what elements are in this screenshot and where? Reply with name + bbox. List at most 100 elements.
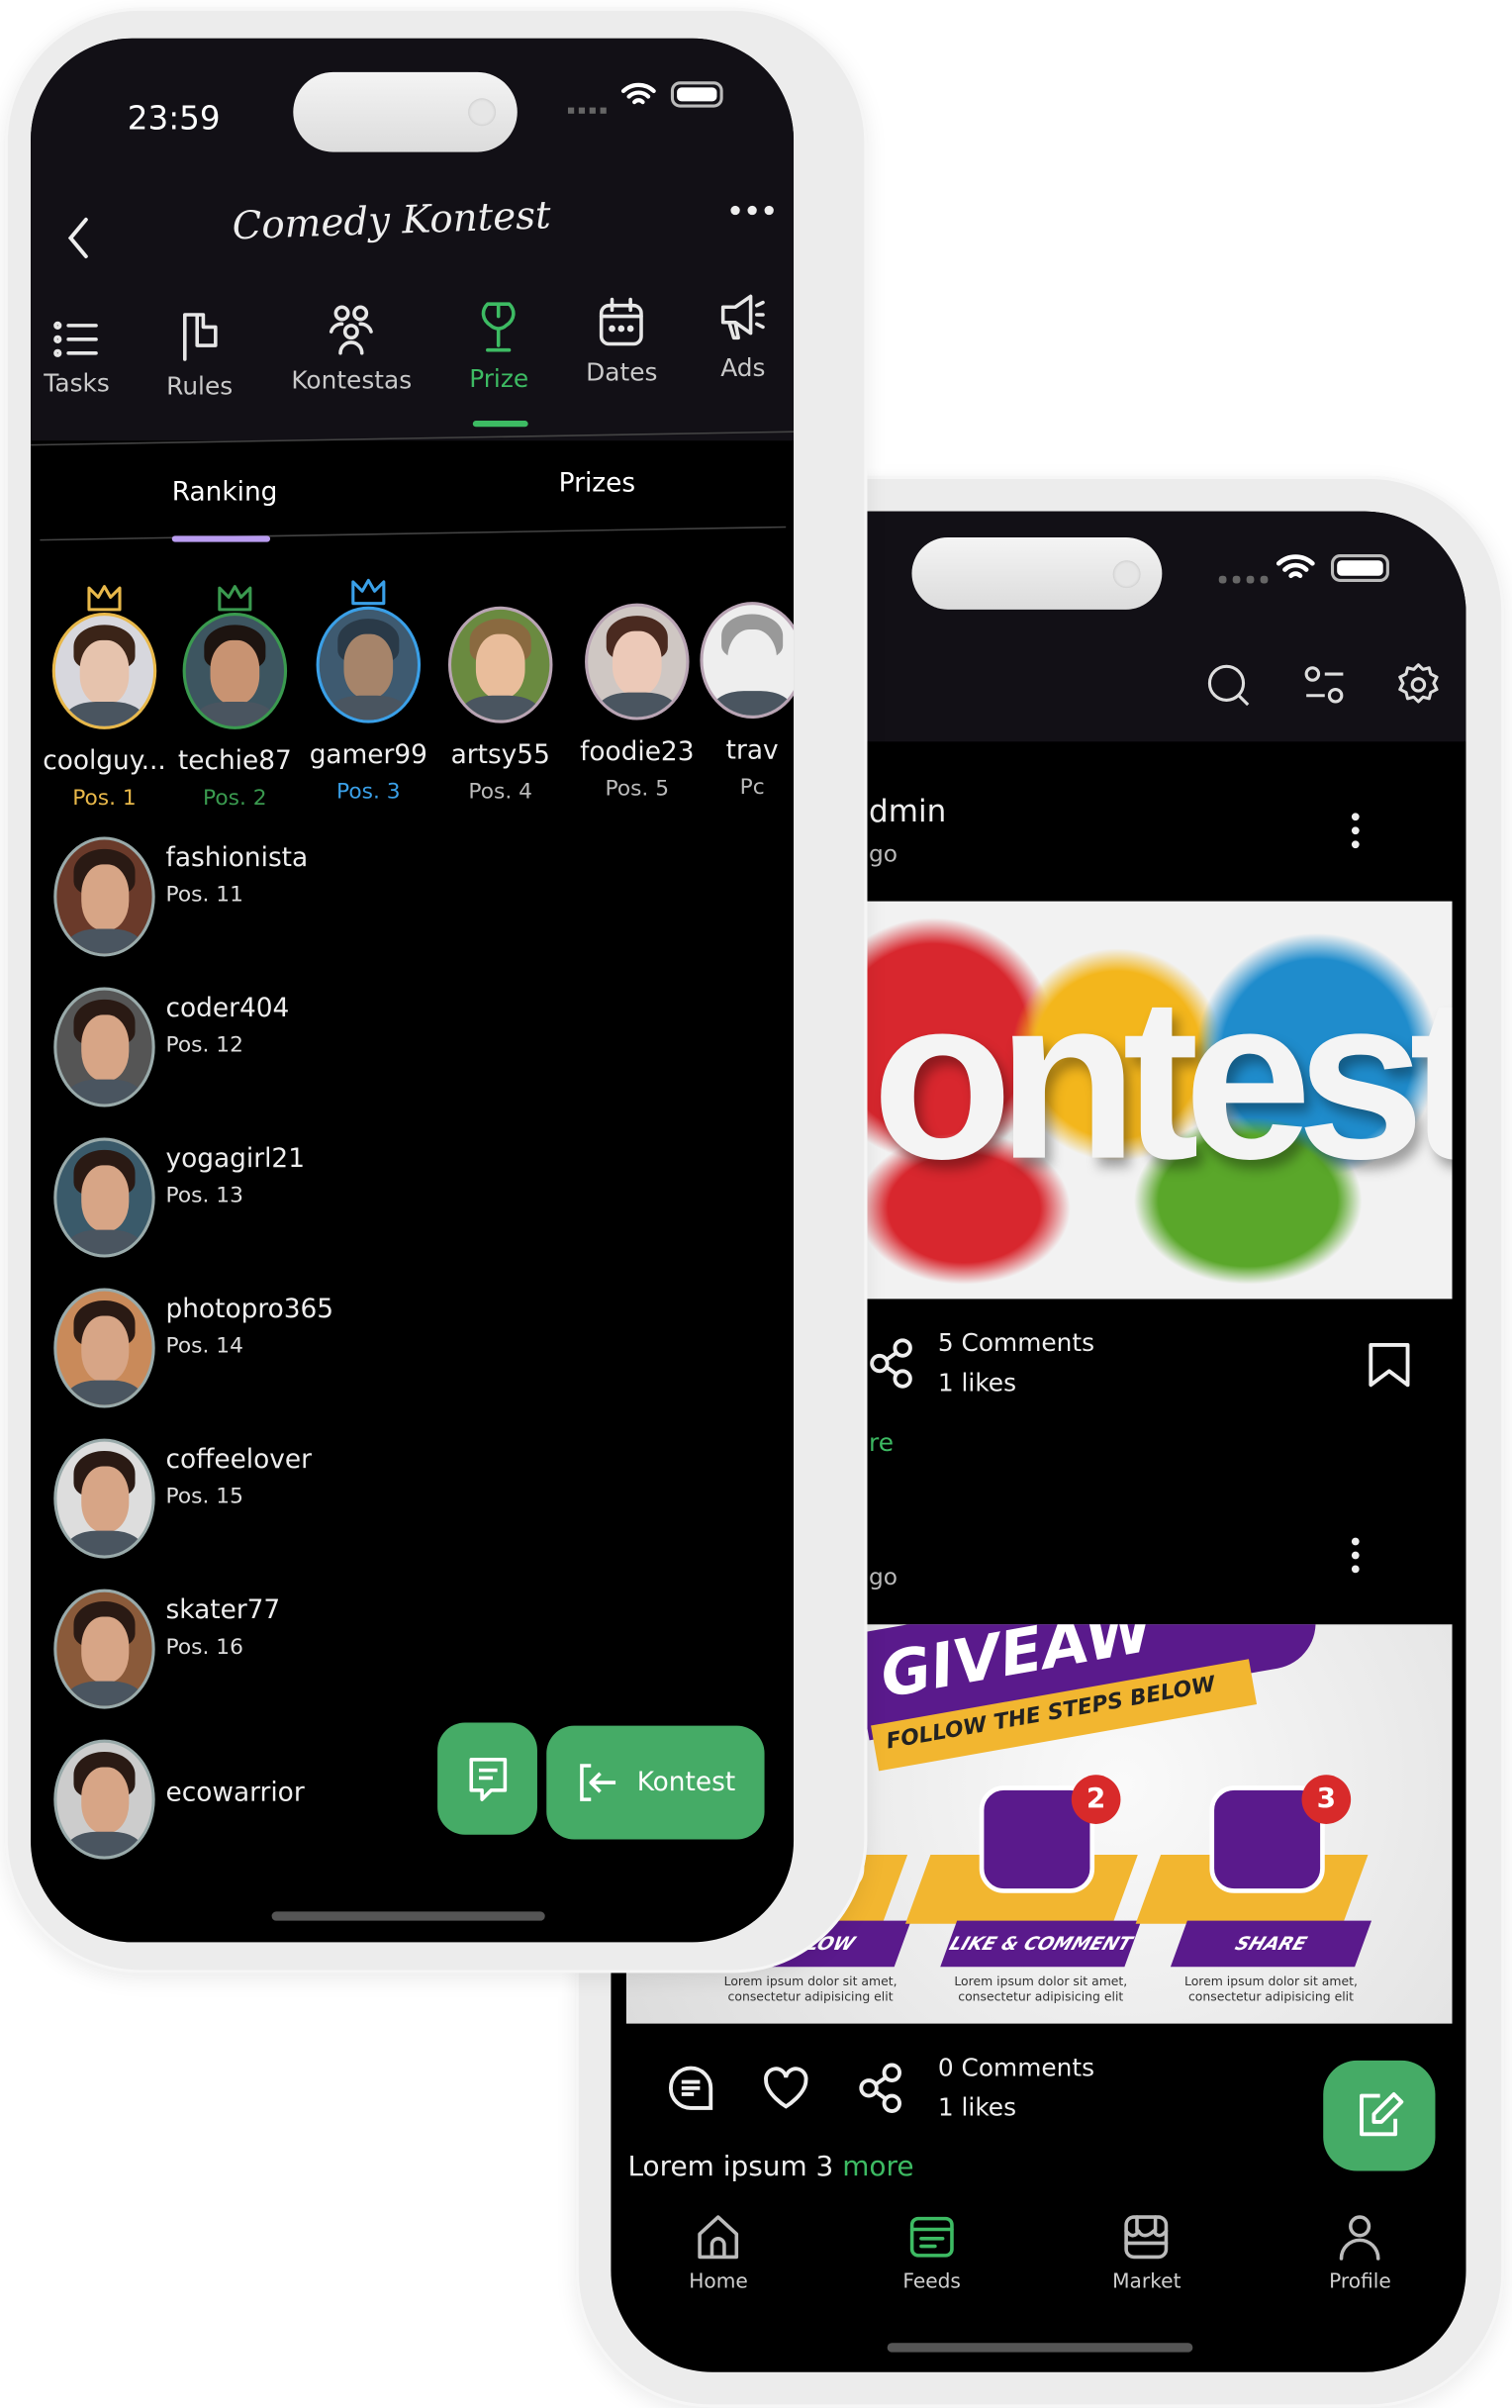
edit-icon xyxy=(1359,2092,1403,2137)
home-icon xyxy=(689,2212,748,2262)
nav-feeds[interactable]: Feeds xyxy=(902,2212,961,2294)
list-item-name: photopro365 xyxy=(165,1294,334,1325)
avatar-body xyxy=(65,1831,142,1857)
avatar-body xyxy=(65,1079,142,1105)
home-indicator xyxy=(887,2343,1193,2353)
list-item[interactable]: skater77 Pos. 16 xyxy=(31,1586,794,1711)
tab-ads[interactable]: Ads xyxy=(718,292,768,383)
tab-prize[interactable]: Prize xyxy=(469,300,528,393)
top-ranked-name: foodie23 xyxy=(580,736,695,768)
avatar-body xyxy=(460,695,540,721)
chat-button[interactable] xyxy=(437,1722,537,1835)
avatar[interactable] xyxy=(700,602,795,720)
kontest-button[interactable]: Kontest xyxy=(546,1725,765,1840)
avatar-face xyxy=(80,1466,129,1533)
nav-profile[interactable]: Profile xyxy=(1329,2212,1391,2294)
avatar-face xyxy=(80,1767,129,1834)
avatar[interactable] xyxy=(51,612,157,729)
top-ranked-position: Pc xyxy=(739,775,765,801)
step-number-badge: 2 xyxy=(1071,1775,1121,1824)
user-icon xyxy=(1329,2212,1391,2262)
avatar-body xyxy=(65,1229,142,1255)
post-time: go xyxy=(869,839,898,868)
list-item-position: Pos. 15 xyxy=(165,1485,243,1509)
list-item-position: Pos. 12 xyxy=(165,1033,243,1058)
more-vertical-icon[interactable] xyxy=(1350,811,1362,850)
avatar-face xyxy=(80,1315,129,1383)
list-item[interactable]: yogagirl21 Pos. 13 xyxy=(31,1134,794,1260)
more-vertical-icon[interactable] xyxy=(1350,1535,1362,1575)
avatar-face xyxy=(80,1014,129,1082)
flag-icon xyxy=(166,310,233,362)
share-icon[interactable] xyxy=(869,1337,915,1390)
more-horizontal-icon[interactable] xyxy=(729,204,776,216)
post-likes-count: 1 likes xyxy=(937,1368,1017,1397)
avatar-face xyxy=(79,639,130,705)
exit-arrow-icon xyxy=(580,1764,615,1801)
avatar xyxy=(53,1137,155,1258)
list-item[interactable]: coffeelover Pos. 15 xyxy=(31,1435,794,1561)
post-author: dmin xyxy=(869,792,947,829)
avatar xyxy=(53,1438,155,1559)
avatar-body xyxy=(65,1380,142,1405)
avatar-face xyxy=(612,630,662,696)
share-icon[interactable] xyxy=(857,2062,906,2114)
caption-text: Lorem ipsum 3 xyxy=(627,2151,834,2183)
tab-label: Ads xyxy=(720,352,766,383)
chevron-left-icon[interactable] xyxy=(64,215,92,261)
list-item-name: fashionista xyxy=(165,842,309,874)
tab-kontestas[interactable]: Kontestas xyxy=(291,304,412,395)
top-ranked-position: Pos. 1 xyxy=(72,786,137,812)
tab-tasks[interactable]: Tasks xyxy=(44,320,110,398)
battery-icon xyxy=(1330,554,1389,582)
status-time: 23:59 xyxy=(127,99,221,138)
post-comments-count[interactable]: 0 Comments xyxy=(938,2053,1094,2081)
tab-dates[interactable]: Dates xyxy=(586,296,657,387)
avatar[interactable] xyxy=(585,603,690,721)
post-likes-count: 1 likes xyxy=(937,2092,1017,2122)
nav-home[interactable]: Home xyxy=(689,2212,748,2294)
top-ranked-name: coolguy... xyxy=(43,745,166,777)
avatar-face xyxy=(80,864,129,931)
home-indicator xyxy=(271,1911,545,1921)
top-ranked-position: Pos. 5 xyxy=(605,776,670,802)
search-icon[interactable] xyxy=(1206,663,1253,710)
avatar-body xyxy=(712,691,792,716)
top-ranked-position: Pos. 4 xyxy=(468,780,533,805)
wifi-icon xyxy=(620,82,656,105)
avatar-body xyxy=(65,928,142,954)
avatar xyxy=(53,1589,155,1709)
avatar xyxy=(53,987,155,1108)
avatar[interactable] xyxy=(447,606,553,723)
bookmark-icon[interactable] xyxy=(1365,1339,1414,1392)
avatar xyxy=(53,1739,155,1860)
step-text: Lorem ipsum dolor sit amet, consectetur … xyxy=(954,1974,1128,2004)
comment-icon[interactable] xyxy=(666,2064,715,2113)
avatar[interactable] xyxy=(316,606,422,723)
create-post-button[interactable] xyxy=(1323,2060,1436,2171)
heart-icon[interactable] xyxy=(761,2065,810,2111)
step-text: Lorem ipsum dolor sit amet, consectetur … xyxy=(723,1974,898,2004)
gear-icon[interactable] xyxy=(1394,660,1444,710)
post-more-link[interactable]: re xyxy=(869,1428,894,1457)
caption-more-link[interactable]: more xyxy=(842,2151,913,2183)
list-item-position: Pos. 11 xyxy=(165,882,243,908)
top-ranked-name: artsy55 xyxy=(450,739,550,771)
top-ranked-name: gamer99 xyxy=(309,739,427,771)
nav-market[interactable]: Market xyxy=(1112,2212,1181,2294)
crown-icon xyxy=(86,582,123,613)
filter-icon[interactable] xyxy=(1302,665,1349,708)
subtab-prizes[interactable]: Prizes xyxy=(559,468,635,499)
avatar[interactable] xyxy=(182,612,288,729)
kontest-button-label: Kontest xyxy=(636,1767,736,1798)
list-item[interactable]: coder404 Pos. 12 xyxy=(31,984,794,1109)
post-comments-count[interactable]: 5 Comments xyxy=(938,1328,1094,1357)
subtab-ranking[interactable]: Ranking xyxy=(172,477,278,508)
wifi-icon xyxy=(1276,554,1315,579)
step-label: LIKE & COMMENT xyxy=(940,1920,1142,1968)
list-item[interactable]: photopro365 Pos. 14 xyxy=(31,1285,794,1410)
list-item[interactable]: fashionista Pos. 11 xyxy=(31,833,794,959)
dynamic-island xyxy=(293,71,518,152)
tab-rules[interactable]: Rules xyxy=(166,310,233,401)
message-icon xyxy=(468,1758,507,1801)
